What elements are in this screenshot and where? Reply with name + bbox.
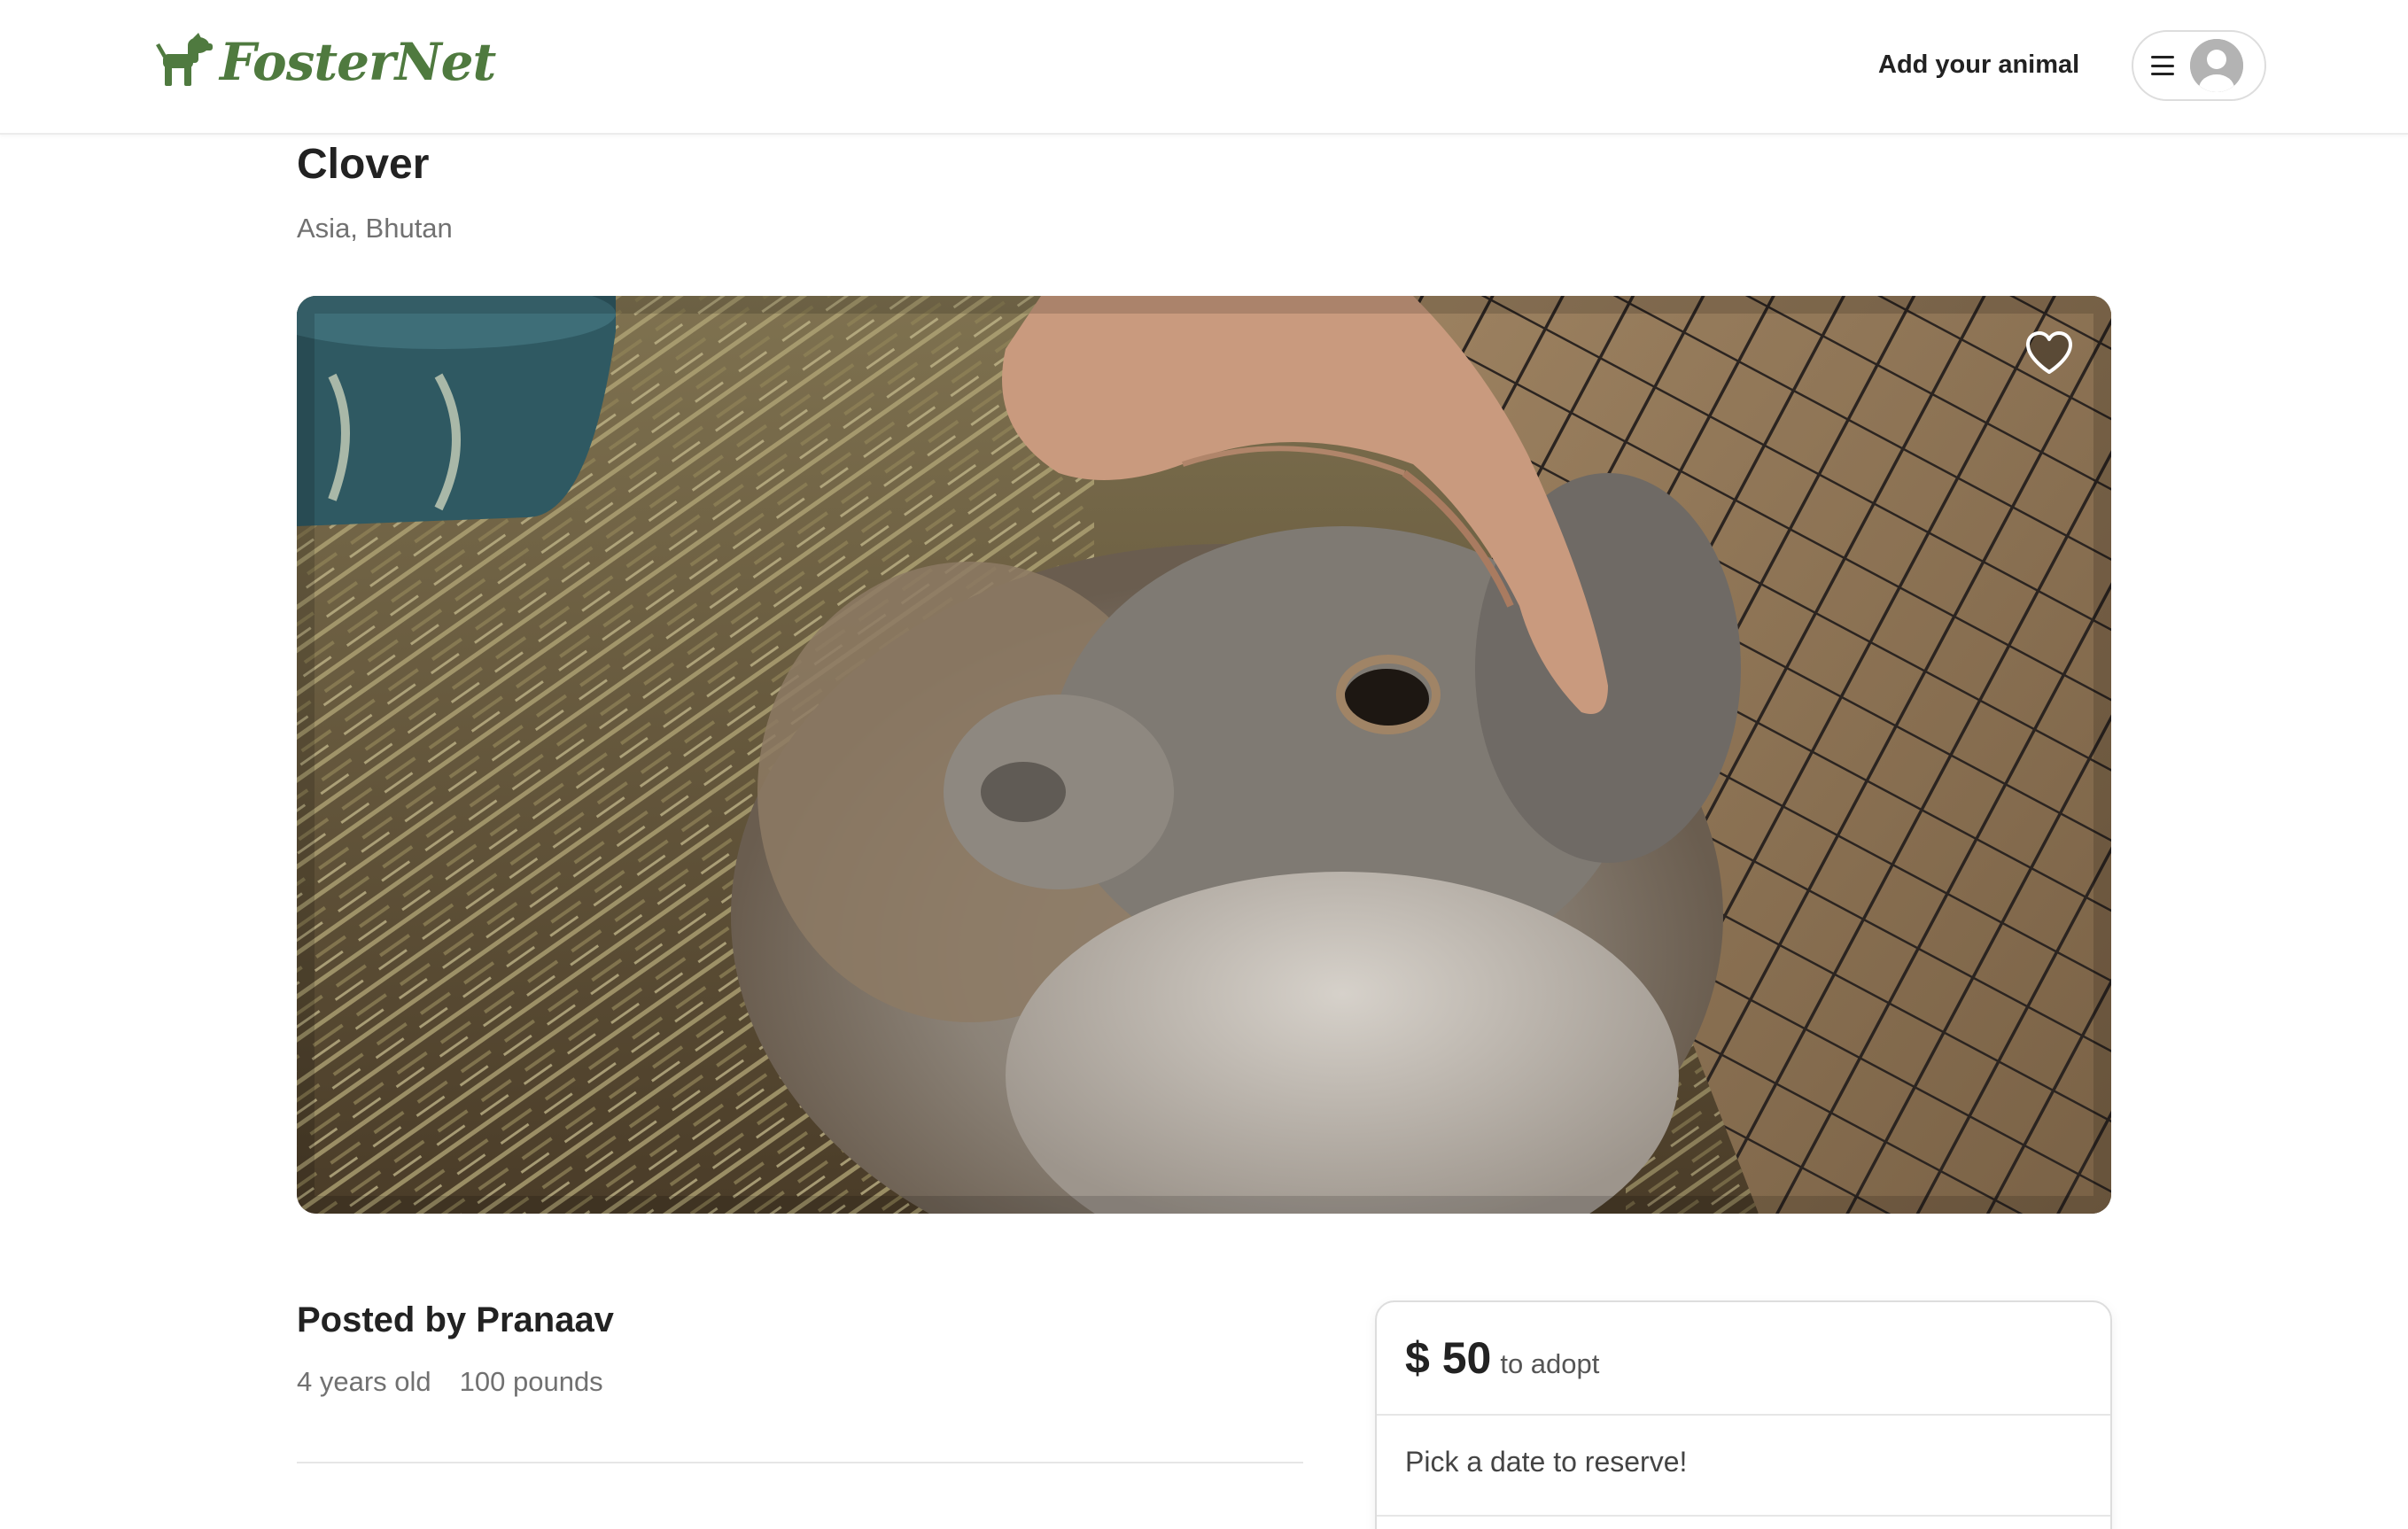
listing-location: Asia, Bhutan xyxy=(297,213,453,244)
animal-weight: 100 pounds xyxy=(459,1366,603,1397)
fosternet-logo[interactable]: FosterNet xyxy=(154,32,496,92)
posted-by-heading: Posted by Pranaav xyxy=(297,1300,614,1339)
heart-icon xyxy=(2026,331,2072,374)
animal-photo xyxy=(297,296,2111,1214)
pick-date-prompt[interactable]: Pick a date to reserve! xyxy=(1377,1416,2110,1517)
hamburger-menu-icon xyxy=(2151,56,2174,75)
add-your-animal-link[interactable]: Add your animal xyxy=(1878,44,2079,85)
reservation-card: $ 50 to adopt Pick a date to reserve! xyxy=(1375,1300,2112,1529)
favorite-button[interactable] xyxy=(2024,330,2074,376)
price-row: $ 50 to adopt xyxy=(1377,1302,2110,1416)
listing-page: FosterNet Add your animal Clover Asia, B… xyxy=(0,0,2408,1529)
user-avatar-icon xyxy=(2190,39,2243,92)
listing-title: Clover xyxy=(297,141,430,188)
top-navbar: FosterNet Add your animal xyxy=(0,0,2408,135)
rabbit-photo-illustration xyxy=(297,296,2111,1214)
animal-age: 4 years old xyxy=(297,1366,431,1397)
user-menu-button[interactable] xyxy=(2132,30,2266,101)
price-suffix: to adopt xyxy=(1500,1348,1600,1379)
logo-text: FosterNet xyxy=(220,32,496,92)
section-divider xyxy=(297,1462,1303,1463)
animal-stats: 4 years old 100 pounds xyxy=(297,1366,603,1398)
dog-icon xyxy=(156,33,213,86)
adoption-price: $ 50 xyxy=(1405,1333,1492,1383)
